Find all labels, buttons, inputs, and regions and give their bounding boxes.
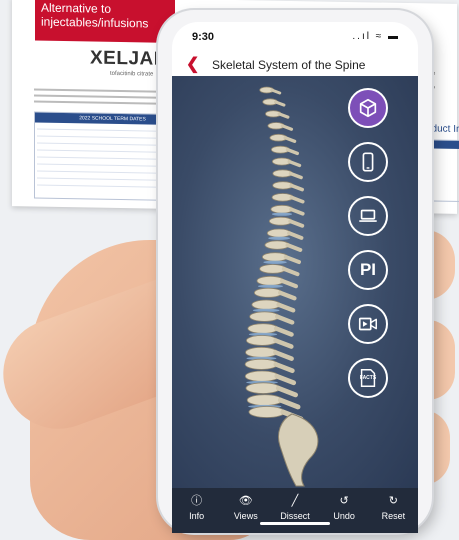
- spinous-process: [273, 326, 294, 337]
- dissect-button[interactable]: ╱ Dissect: [273, 494, 317, 521]
- vertebra: [246, 335, 278, 346]
- pi-icon: PI: [359, 260, 377, 279]
- spinous-process: [289, 207, 305, 216]
- nav-bar: ❮ Skeletal System of the Spine: [172, 52, 418, 76]
- promo-box: Alternative to injectables/infusions: [35, 0, 175, 43]
- spinous-process: [274, 100, 286, 107]
- spinous-process: [277, 397, 301, 410]
- vertebra: [251, 299, 281, 310]
- spinous-process: [288, 219, 305, 228]
- spinous-process: [278, 290, 297, 301]
- status-time: 9:30: [192, 31, 215, 43]
- spinous-process: [287, 231, 304, 240]
- phone-screen: 9:30 ..ıl ≈ ▬ ❮ Skeletal System of the S…: [172, 22, 418, 533]
- spinous-process: [274, 373, 297, 386]
- info-button[interactable]: ⓘ Info: [175, 494, 219, 521]
- phone-view-button[interactable]: [348, 142, 388, 182]
- spinous-process: [280, 124, 294, 131]
- spine-model[interactable]: [200, 84, 340, 488]
- facts-button[interactable]: FACTS: [348, 358, 388, 398]
- spinous-process: [277, 112, 290, 119]
- reset-icon: ↻: [388, 495, 398, 507]
- spinous-process: [276, 302, 296, 313]
- xeljanz-subtitle: tofacitinib citrate: [110, 70, 154, 78]
- spinous-process: [273, 338, 294, 349]
- scalpel-icon: ╱: [291, 495, 299, 507]
- vertebra: [245, 382, 281, 394]
- spinous-process: [288, 171, 303, 180]
- spinous-process: [279, 278, 299, 289]
- spinous-process: [275, 385, 299, 398]
- video-button[interactable]: [348, 304, 388, 344]
- spinous-process: [285, 243, 303, 252]
- spinous-process: [281, 266, 300, 277]
- spinous-process: [273, 361, 295, 374]
- home-indicator: [260, 522, 330, 525]
- spinous-process: [287, 159, 302, 168]
- vertebra: [244, 370, 280, 382]
- views-label: Views: [233, 511, 258, 521]
- product-info-button[interactable]: PI: [348, 250, 388, 290]
- reset-label: Reset: [381, 511, 406, 521]
- intervertebral-disc: [268, 236, 291, 240]
- sacrum: [278, 413, 319, 487]
- vertebra: [244, 358, 279, 370]
- spinous-process: [270, 88, 282, 95]
- intervertebral-disc: [257, 284, 283, 288]
- spinous-process: [285, 147, 299, 156]
- facts-label: FACTS: [359, 375, 377, 381]
- vertebra: [249, 311, 280, 322]
- bottom-toolbar: ⓘ Info 👁 Views ╱ Dissect ↺ Undo ↻ Reset: [172, 488, 418, 533]
- phone-icon: [362, 152, 374, 172]
- views-button[interactable]: 👁 Views: [224, 494, 268, 521]
- info-icon: ⓘ: [191, 495, 203, 507]
- spinous-process: [289, 195, 305, 204]
- intervertebral-disc: [271, 212, 293, 216]
- spinous-process: [274, 314, 295, 325]
- phone-notch: [252, 22, 340, 40]
- intervertebral-disc: [263, 260, 287, 264]
- 3d-model-button[interactable]: [348, 88, 388, 128]
- video-icon: [358, 317, 377, 331]
- undo-button[interactable]: ↺ Undo: [322, 494, 366, 521]
- laptop-icon: [359, 209, 377, 222]
- undo-label: Undo: [333, 511, 355, 521]
- spinous-process: [283, 254, 301, 265]
- undo-icon: ↺: [339, 495, 349, 507]
- 3d-viewer[interactable]: PI FACTS: [172, 76, 418, 488]
- status-icons: ..ıl ≈ ▬: [352, 31, 400, 42]
- spinous-process: [289, 183, 304, 192]
- info-label: Info: [189, 511, 205, 521]
- vertebra: [245, 346, 278, 358]
- vertebra: [248, 406, 286, 418]
- vertebra: [246, 394, 283, 406]
- back-button[interactable]: ❮: [186, 54, 199, 74]
- reset-button[interactable]: ↻ Reset: [371, 494, 415, 521]
- laptop-view-button[interactable]: [348, 196, 388, 236]
- dissect-label: Dissect: [280, 511, 310, 521]
- eye-icon: 👁: [238, 495, 253, 507]
- vertebra: [253, 287, 283, 298]
- spinous-process: [283, 136, 297, 143]
- intervertebral-disc: [252, 308, 280, 312]
- fine-print-line: [34, 94, 174, 99]
- spinous-process: [273, 350, 294, 361]
- cube-icon: [359, 98, 377, 118]
- page-title: Skeletal System of the Spine: [212, 58, 366, 72]
- status-bar: 9:30 ..ıl ≈ ▬: [172, 22, 418, 52]
- vertebra: [247, 323, 279, 334]
